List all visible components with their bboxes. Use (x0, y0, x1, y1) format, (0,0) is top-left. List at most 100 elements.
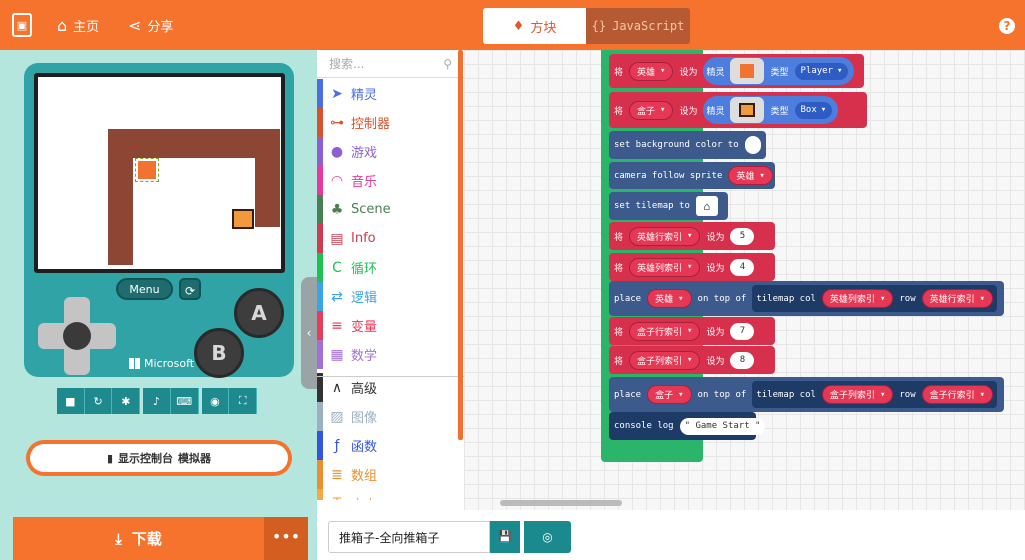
toolbox-category-game[interactable]: ● 游戏 (317, 137, 464, 166)
stop-icon[interactable]: ■ (57, 388, 85, 414)
hero-col-value[interactable]: 4 (730, 258, 755, 276)
toolbox-scrollbar[interactable] (458, 50, 463, 440)
toolbox-category-controller[interactable]: ⊶ 控制器 (317, 108, 464, 137)
player-kind-label: Player (800, 66, 834, 76)
dpad[interactable] (32, 291, 122, 381)
box-var-dropdown[interactable]: 盒子 ▾ (647, 385, 692, 404)
set-hero-col-block[interactable]: 将 英雄列索引 ▾ 设为 4 (609, 253, 775, 281)
category-label: 文本 (351, 494, 377, 500)
workspace-horizontal-scrollbar[interactable] (500, 500, 622, 506)
box-col-dropdown[interactable]: 盒子列索引 ▾ (821, 385, 894, 404)
hero-col-dropdown[interactable]: 英雄列索引 ▾ (629, 257, 701, 277)
mute-icon[interactable]: ♪ (143, 388, 171, 414)
keyboard-icon[interactable]: ⌨ (170, 388, 199, 414)
github-icon[interactable]: ◎ (524, 521, 571, 553)
sprite-create-block[interactable]: 精灵 类型 Box ▾ (703, 96, 839, 124)
restart-icon[interactable]: ⟳ (179, 278, 201, 300)
toolbox-category-logic[interactable]: ⇄ 逻辑 (317, 282, 464, 311)
blocks-workspace[interactable]: 将 英雄 ▾ 设为 精灵 类型 Player ▾ 将 盒子 ▾ 设为 精灵 类型 Bo… (464, 50, 1025, 560)
share-button[interactable]: ⋖ 分享 (128, 0, 173, 50)
home-button[interactable]: ⌂ 主页 (57, 0, 99, 50)
set-box-sprite-block[interactable]: 将 盒子 ▾ 设为 精灵 类型 Box ▾ (609, 92, 867, 128)
hero-row-dropdown[interactable]: 英雄行索引 ▾ (629, 226, 701, 246)
toolbox-category-scene[interactable]: ♣ Scene (317, 195, 464, 224)
restart-sim-icon[interactable]: ↻ (84, 388, 113, 414)
help-icon[interactable]: ? (999, 18, 1015, 34)
hero-row-label: 英雄行索引 (929, 295, 975, 305)
search-input[interactable]: 搜索... (329, 55, 364, 72)
puzzle-icon: ♦ (512, 18, 525, 34)
toolbox-category-variables[interactable]: ≡ 变量 (317, 311, 464, 340)
box-row-dropdown[interactable]: 盒子行索引 ▾ (629, 321, 701, 341)
hero-var-label: 英雄 (736, 172, 755, 182)
player-kind-dropdown[interactable]: Player ▾ (794, 62, 849, 80)
toolbox-category-functions[interactable]: ƒ 函数 (317, 431, 464, 460)
hero-row-value[interactable]: 5 (730, 227, 755, 245)
toolbox-category-text[interactable]: T文本 (317, 489, 464, 500)
download-button[interactable]: ⤓ 下载 (13, 517, 264, 560)
toolbox-category-images[interactable]: ▨ 图像 (317, 402, 464, 431)
menu-button[interactable]: Menu (116, 278, 173, 300)
show-console-button[interactable]: ▮ 显示控制台 模拟器 (26, 440, 292, 476)
loops-icon: C (332, 259, 342, 276)
tilemap-location-block[interactable]: tilemap col 盒子列索引 ▾ row 盒子行索引 ▾ (752, 381, 998, 408)
toolbox-category-math[interactable]: ▦ 数学 (317, 340, 464, 369)
game-screen[interactable] (34, 73, 285, 273)
box-col-value[interactable]: 8 (730, 351, 755, 369)
hero-var-dropdown[interactable]: 英雄 ▾ (629, 61, 674, 81)
set-box-col-block[interactable]: 将 盒子列索引 ▾ 设为 8 (609, 346, 775, 374)
toolbox-category-info[interactable]: ▤ Info (317, 224, 464, 253)
hero-row-dropdown[interactable]: 英雄行索引 ▾ (921, 289, 994, 308)
screenshot-icon[interactable]: ◉ (201, 388, 230, 414)
tab-blocks-label: 方块 (530, 20, 557, 36)
game-start-string[interactable]: " Game Start " (679, 417, 766, 435)
fullscreen-icon[interactable]: ⛶ (229, 388, 258, 414)
toolbox-category-arrays[interactable]: ≣ 数组 (317, 460, 464, 489)
toolbox-search[interactable]: 搜索... ⚲ (317, 50, 464, 78)
collapse-simulator-icon[interactable]: ‹ (301, 277, 317, 389)
box-row-value[interactable]: 7 (730, 322, 755, 340)
color-picker[interactable] (744, 136, 761, 154)
box-row-dropdown[interactable]: 盒子行索引 ▾ (921, 385, 994, 404)
camera-follow-block[interactable]: camera follow sprite 英雄 ▾ (609, 162, 775, 189)
show-console-inner: ▮ 显示控制台 模拟器 (30, 444, 288, 472)
project-name-input[interactable]: 推箱子-全向推箱子 (328, 521, 490, 553)
text-icon: T (323, 496, 351, 501)
console-log-block[interactable]: console log " Game Start " (609, 412, 766, 440)
set-background-color-block[interactable]: set background color to (609, 131, 766, 159)
tilemap-location-block[interactable]: tilemap col 英雄列索引 ▾ row 英雄行索引 ▾ (752, 285, 998, 312)
b-button[interactable]: B (194, 328, 244, 378)
toolbox-category-advanced[interactable]: ∧ 高级 (317, 373, 464, 402)
place-keyword: place (614, 293, 642, 304)
debug-icon[interactable]: ✱ (112, 388, 141, 414)
place-hero-block[interactable]: place 英雄 ▾ on top of tilemap col 英雄列索引 ▾ r… (609, 281, 1004, 316)
hero-sprite-image[interactable] (730, 58, 765, 84)
toolbox-category-sprites[interactable]: ➤ 精灵 (317, 79, 464, 108)
logic-icon: ⇄ (331, 288, 343, 305)
set-box-row-block[interactable]: 将 盒子行索引 ▾ 设为 7 (609, 317, 775, 345)
box-sprite-image[interactable] (730, 97, 765, 123)
box-col-dropdown[interactable]: 盒子列索引 ▾ (629, 350, 701, 370)
tilemap-col-keyword: tilemap col (756, 293, 816, 304)
a-button[interactable]: A (234, 288, 284, 338)
tab-blocks[interactable]: ♦ 方块 (483, 8, 586, 44)
set-hero-row-block[interactable]: 将 英雄行索引 ▾ 设为 5 (609, 222, 775, 250)
hero-col-dropdown[interactable]: 英雄列索引 ▾ (821, 289, 894, 308)
tab-javascript[interactable]: {} JavaScript (586, 8, 690, 44)
hero-var-dropdown[interactable]: 英雄 ▾ (647, 289, 692, 308)
more-button[interactable]: ••• (264, 517, 308, 560)
set-hero-sprite-block[interactable]: 将 英雄 ▾ 设为 精灵 类型 Player ▾ (609, 54, 864, 88)
hero-var-dropdown[interactable]: 英雄 ▾ (728, 166, 773, 185)
box-kind-dropdown[interactable]: Box ▾ (794, 101, 833, 119)
toolbox-category-music[interactable]: ◠ 音乐 (317, 166, 464, 195)
braces-icon: {} (591, 19, 607, 33)
place-box-block[interactable]: place 盒子 ▾ on top of tilemap col 盒子列索引 ▾ r… (609, 377, 1004, 412)
box-var-dropdown[interactable]: 盒子 ▾ (629, 100, 674, 120)
sprite-create-block[interactable]: 精灵 类型 Player ▾ (703, 57, 855, 85)
camera-label: camera follow sprite (614, 170, 723, 181)
save-icon[interactable]: 💾 (490, 521, 520, 553)
tilemap-editor-icon[interactable]: ⌂ (695, 196, 718, 216)
makecode-logo[interactable]: ▣ (12, 13, 32, 37)
set-tilemap-block[interactable]: set tilemap to ⌂ (609, 192, 728, 220)
toolbox-category-loops[interactable]: C 循环 (317, 253, 464, 282)
